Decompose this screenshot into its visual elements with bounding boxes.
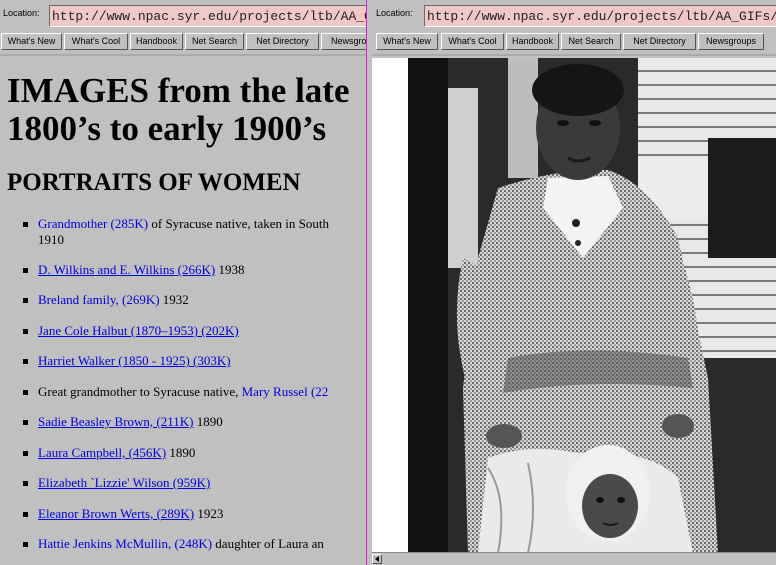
page-title-line-2: 1800’s to early 1900’s xyxy=(7,109,327,148)
handbook-button[interactable]: Handbook xyxy=(130,33,183,50)
directory-buttons: What's New What's Cool Handbook Net Sear… xyxy=(0,33,366,51)
bullet-icon xyxy=(23,420,28,425)
list-item-link[interactable]: Harriet Walker (1850 - 1925) (303K) xyxy=(38,353,231,368)
bullet-icon xyxy=(23,222,28,227)
url-input[interactable]: http://www.npac.syr.edu/projects/ltb/AA_… xyxy=(49,5,366,27)
bullet-icon xyxy=(23,512,28,517)
list-item-text: 1890 xyxy=(193,414,223,429)
newsgroups-button[interactable]: Newsgroups xyxy=(321,33,366,50)
list-item-link[interactable]: Mary Russel (22 xyxy=(242,384,329,399)
bullet-icon xyxy=(23,390,28,395)
whats-cool-button[interactable]: What's Cool xyxy=(64,33,128,50)
whats-new-button[interactable]: What's New xyxy=(1,33,62,50)
list-item-text: 1923 xyxy=(194,506,224,521)
list-item-link[interactable]: Jane Cole Halbut (1870–1953) (202K) xyxy=(38,323,239,338)
list-item-text: Great grandmother to Syracuse native, xyxy=(38,384,242,399)
url-input[interactable]: http://www.npac.syr.edu/projects/ltb/AA_… xyxy=(424,5,776,27)
right-browser-pane: Location: http://www.npac.syr.edu/projec… xyxy=(372,0,776,565)
document-area: IMAGES from the late 1800’s to early 190… xyxy=(0,58,366,565)
location-label: Location: xyxy=(376,8,413,18)
page-title: IMAGES from the late 1800’s to early 190… xyxy=(7,72,366,148)
directory-buttons: What's New What's Cool Handbook Net Sear… xyxy=(372,33,776,51)
list-item-text: 1938 xyxy=(215,262,245,277)
list-item-link[interactable]: Grandmother (285K) xyxy=(38,216,148,231)
left-browser-pane: Location: http://www.npac.syr.edu/projec… xyxy=(0,0,366,565)
list-item-link[interactable]: Eleanor Brown Werts, (289K) xyxy=(38,506,194,521)
bullet-icon xyxy=(23,268,28,273)
portrait-photo[interactable] xyxy=(408,58,776,553)
location-bar: Location: http://www.npac.syr.edu/projec… xyxy=(372,4,776,30)
net-directory-button[interactable]: Net Directory xyxy=(246,33,319,50)
bullet-icon xyxy=(23,451,28,456)
bullet-icon xyxy=(23,329,28,334)
horizontal-scrollbar[interactable] xyxy=(372,552,776,565)
list-item-text: 1890 xyxy=(166,445,196,460)
list-item-text: 1932 xyxy=(159,292,189,307)
location-bar: Location: http://www.npac.syr.edu/projec… xyxy=(0,4,366,30)
net-search-button[interactable]: Net Search xyxy=(561,33,621,50)
newsgroups-button[interactable]: Newsgroups xyxy=(698,33,764,50)
content-separator xyxy=(372,54,776,56)
list-item-text: 1910 xyxy=(38,232,64,247)
handbook-button[interactable]: Handbook xyxy=(506,33,559,50)
list-item-link[interactable]: Laura Campbell, (456K) xyxy=(38,445,166,460)
whats-new-button[interactable]: What's New xyxy=(376,33,438,50)
page-title-line-1: IMAGES from the late xyxy=(7,71,350,110)
whats-cool-button[interactable]: What's Cool xyxy=(441,33,504,50)
portrait-photo-icon xyxy=(408,58,776,553)
bullet-icon xyxy=(23,298,28,303)
net-directory-button[interactable]: Net Directory xyxy=(623,33,696,50)
net-search-button[interactable]: Net Search xyxy=(185,33,244,50)
bullet-icon xyxy=(23,481,28,486)
image-viewer xyxy=(372,58,776,565)
list-item-link[interactable]: Hattie Jenkins McMullin, (248K) xyxy=(38,536,212,551)
location-label: Location: xyxy=(3,8,40,18)
list-item-link[interactable]: D. Wilkins and E. Wilkins (266K) xyxy=(38,262,215,277)
scroll-left-arrow-icon[interactable] xyxy=(372,554,382,564)
list-item-link[interactable]: Elizabeth `Lizzie' Wilson (959K) xyxy=(38,475,210,490)
list-item-link[interactable]: Breland family, (269K) xyxy=(38,292,160,307)
content-separator xyxy=(0,54,366,56)
list-item-link[interactable]: Sadie Beasley Brown, (211K) xyxy=(38,414,194,429)
list-item-text: of Syracuse native, taken in South xyxy=(148,216,329,231)
bullet-icon xyxy=(23,359,28,364)
frame-divider-line xyxy=(366,0,367,565)
section-heading: PORTRAITS OF WOMEN xyxy=(7,169,301,196)
bullet-icon xyxy=(23,542,28,547)
list-item-text: daughter of Laura an xyxy=(212,536,324,551)
